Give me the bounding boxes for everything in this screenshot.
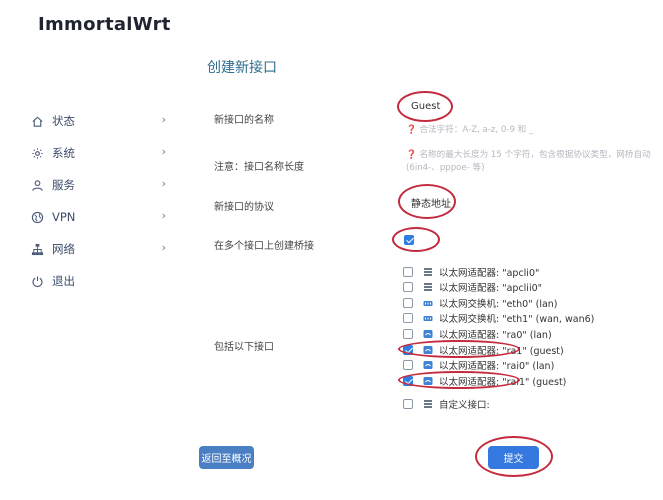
annotation-ring-bridge <box>392 227 440 252</box>
wireless-icon <box>423 360 433 370</box>
chevron-right-icon: › <box>161 209 166 222</box>
sidebar-item-label: 状态 <box>52 114 75 128</box>
note-hint: ❓ 名称的最大长度为 15 个字符，包含根据协议类型，网桥自动 (6in4-、p… <box>406 149 656 175</box>
protocol-label: 新接口的协议 <box>214 202 274 213</box>
interface-label: 以太网适配器: "apcli0" <box>439 267 540 279</box>
wireless-icon <box>423 329 433 339</box>
name-hint-text: 合法字符：A-Z, a-z, 0-9 和 _ <box>419 125 534 135</box>
interface-row-eth1[interactable]: 以太网交换机: "eth1" (wan, wan6) <box>403 311 595 325</box>
sidebar-item-label: VPN <box>52 210 76 224</box>
chevron-right-icon: › <box>161 241 166 254</box>
globe-icon <box>30 210 44 224</box>
interface-label: 以太网交换机: "eth0" (lan) <box>439 298 558 310</box>
interface-label: 以太网交换机: "eth1" (wan, wan6) <box>439 313 595 325</box>
interface-row-ra1[interactable]: 以太网适配器: "ra1" (guest) <box>403 343 564 357</box>
interface-checkbox[interactable] <box>403 328 413 339</box>
interface-row-apcli0[interactable]: 以太网适配器: "apcli0" <box>403 265 540 279</box>
wireless-icon <box>423 345 433 355</box>
sidebar-item-status[interactable]: 状态 › <box>30 110 172 132</box>
interface-label: 以太网适配器: "ra0" (lan) <box>439 329 552 341</box>
sidebar-item-label: 退出 <box>52 274 75 288</box>
help-icon: ❓ <box>406 150 417 160</box>
ethernet-icon <box>423 267 433 277</box>
interface-checkbox[interactable] <box>403 375 413 386</box>
interface-checkbox[interactable] <box>403 266 413 277</box>
ethernet-icon <box>423 282 433 292</box>
sidebar-item-network[interactable]: 网络 › <box>30 238 172 260</box>
protocol-select[interactable]: 静态地址 <box>411 195 451 210</box>
user-icon <box>30 178 44 192</box>
back-to-overview-button[interactable]: 返回至概况 <box>199 446 254 469</box>
interface-label: 自定义接口: <box>439 399 490 411</box>
interface-row-rai0[interactable]: 以太网适配器: "rai0" (lan) <box>403 358 555 372</box>
network-icon <box>30 242 44 256</box>
sidebar-item-logout[interactable]: 退出 <box>30 270 172 292</box>
help-icon: ❓ <box>406 125 417 135</box>
interface-checkbox[interactable] <box>403 344 413 355</box>
ethernet-icon <box>423 399 433 409</box>
note-label: 注意：接口名称长度 <box>214 162 304 173</box>
interface-row-eth0[interactable]: 以太网交换机: "eth0" (lan) <box>403 296 558 310</box>
chevron-right-icon: › <box>161 113 166 126</box>
sidebar-item-vpn[interactable]: VPN › <box>30 206 172 228</box>
power-icon <box>30 274 44 288</box>
chevron-right-icon: › <box>161 145 166 158</box>
interface-row-apclii0[interactable]: 以太网适配器: "apclii0" <box>403 280 542 294</box>
wireless-icon <box>423 376 433 386</box>
interface-checkbox[interactable] <box>403 312 413 323</box>
bridge-label: 在多个接口上创建桥接 <box>214 241 314 252</box>
interface-label: 以太网适配器: "rai1" (guest) <box>439 376 567 388</box>
sidebar-item-label: 系统 <box>52 146 75 160</box>
interface-checkbox[interactable] <box>403 359 413 370</box>
bridge-checkbox[interactable] <box>404 235 414 245</box>
sidebar-item-label: 服务 <box>52 178 75 192</box>
page-title: 创建新接口 <box>207 60 277 76</box>
interface-label: 以太网适配器: "rai0" (lan) <box>439 360 555 372</box>
switch-icon <box>423 313 433 323</box>
home-icon <box>30 114 44 128</box>
sidebar-item-services[interactable]: 服务 › <box>30 174 172 196</box>
interface-checkbox[interactable] <box>403 281 413 292</box>
gear-icon <box>30 146 44 160</box>
switch-icon <box>423 298 433 308</box>
name-hint: ❓ 合法字符：A-Z, a-z, 0-9 和 _ <box>406 124 656 137</box>
sidebar-item-label: 网络 <box>52 242 75 256</box>
interface-row-custom[interactable]: 自定义接口: <box>403 397 490 411</box>
sidebar-item-system[interactable]: 系统 › <box>30 142 172 164</box>
interface-checkbox[interactable] <box>403 398 413 409</box>
submit-button[interactable]: 提交 <box>488 446 539 469</box>
include-label: 包括以下接口 <box>214 342 274 353</box>
interface-name-input[interactable]: Guest <box>411 101 440 112</box>
note-hint-text: 名称的最大长度为 15 个字符，包含根据协议类型，网桥自动 (6in4-、ppp… <box>406 150 651 173</box>
interface-checkbox[interactable] <box>403 297 413 308</box>
interface-label: 以太网适配器: "ra1" (guest) <box>439 345 564 357</box>
interface-row-rai1[interactable]: 以太网适配器: "rai1" (guest) <box>403 374 567 388</box>
interface-row-ra0[interactable]: 以太网适配器: "ra0" (lan) <box>403 327 552 341</box>
interface-label: 以太网适配器: "apclii0" <box>439 282 542 294</box>
name-label: 新接口的名称 <box>214 115 274 126</box>
chevron-right-icon: › <box>161 177 166 190</box>
brand-title: ImmortalWrt <box>38 14 171 35</box>
